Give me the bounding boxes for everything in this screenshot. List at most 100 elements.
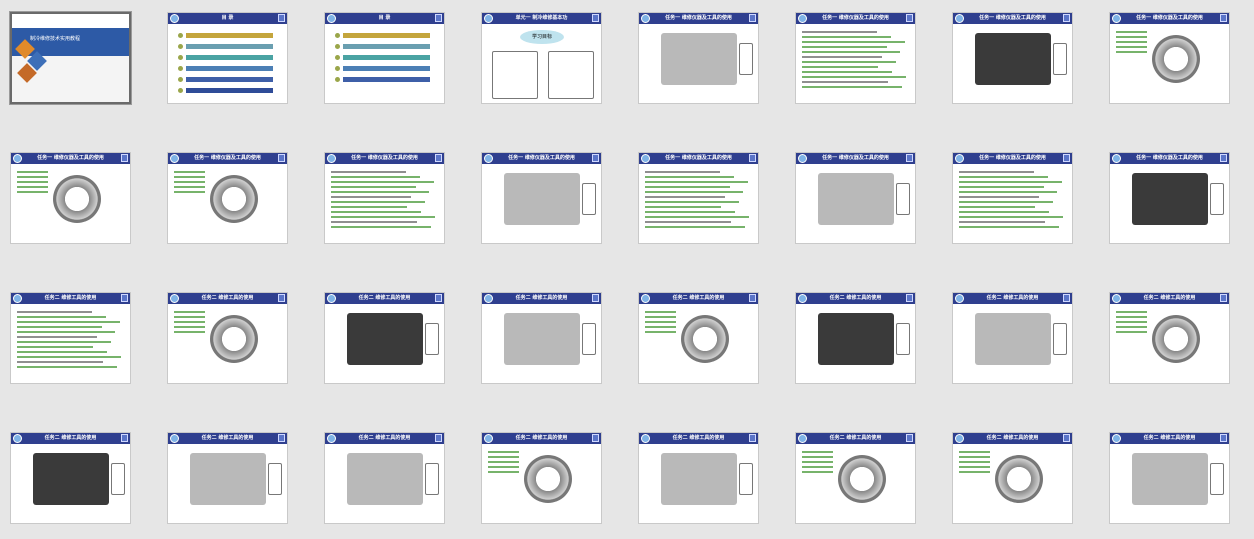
text-line bbox=[1116, 31, 1147, 33]
text-line bbox=[174, 176, 205, 178]
slide-thumbnail[interactable]: 任务一 维修仪器及工具的使用 bbox=[952, 152, 1073, 244]
pressure-gauge-image bbox=[1152, 315, 1200, 363]
slide-thumbnail[interactable]: 任务二 维修工具的使用 bbox=[952, 432, 1073, 524]
slide-thumbnail[interactable]: 任务一 维修仪器及工具的使用 bbox=[10, 152, 131, 244]
slide-thumbnail[interactable]: 任务二 维修工具的使用 bbox=[638, 432, 759, 524]
text-line bbox=[802, 81, 888, 83]
menu-item bbox=[178, 55, 273, 60]
slide-header-title: 任务一 维修仪器及工具的使用 bbox=[37, 155, 104, 161]
slide-thumbnail[interactable]: 任务二 维修工具的使用 bbox=[481, 292, 602, 384]
text-line bbox=[1116, 46, 1147, 48]
slide-thumbnail[interactable]: 目 录 bbox=[167, 12, 288, 104]
slide-header: 任务二 维修工具的使用 bbox=[1110, 433, 1229, 444]
school-logo-icon bbox=[1112, 434, 1121, 443]
text-line bbox=[17, 361, 103, 363]
text-line bbox=[17, 346, 93, 348]
slide-header: 任务二 维修工具的使用 bbox=[168, 433, 287, 444]
photo-label-line bbox=[739, 43, 753, 75]
text-line bbox=[959, 181, 1062, 183]
text-line bbox=[959, 196, 1040, 198]
slide-header: 任务一 维修仪器及工具的使用 bbox=[1110, 13, 1229, 24]
school-logo-icon bbox=[484, 434, 493, 443]
tool-photo-image bbox=[975, 313, 1051, 365]
text-line bbox=[331, 211, 421, 213]
slide-header-title: 任务二 维修工具的使用 bbox=[672, 295, 725, 301]
slide-thumbnail[interactable]: 任务二 维修工具的使用 bbox=[795, 292, 916, 384]
school-logo-icon bbox=[955, 154, 964, 163]
slide-thumbnail[interactable]: 任务二 维修工具的使用 bbox=[952, 292, 1073, 384]
pressure-gauge-image bbox=[524, 455, 572, 503]
slide-thumbnail[interactable]: 任务一 维修仪器及工具的使用 bbox=[795, 152, 916, 244]
photo-label-line bbox=[1210, 463, 1224, 495]
text-line bbox=[331, 226, 431, 228]
text-line bbox=[17, 176, 48, 178]
slide-thumbnail[interactable]: 任务二 维修工具的使用 bbox=[167, 292, 288, 384]
slide-thumbnail[interactable]: 任务二 维修工具的使用 bbox=[10, 292, 131, 384]
slide-thumbnail[interactable]: 任务一 维修仪器及工具的使用 bbox=[324, 152, 445, 244]
slide-header: 任务一 维修仪器及工具的使用 bbox=[953, 153, 1072, 164]
photo-label-line bbox=[582, 183, 596, 215]
slide-header-title: 任务一 维修仪器及工具的使用 bbox=[822, 15, 889, 21]
tool-photo-image bbox=[1132, 453, 1208, 505]
corner-decoration-icon bbox=[906, 154, 913, 162]
text-line bbox=[959, 226, 1059, 228]
slide-header-title: 任务二 维修工具的使用 bbox=[201, 295, 254, 301]
slide-thumbnail[interactable]: 任务一 维修仪器及工具的使用 bbox=[638, 152, 759, 244]
slide-thumbnail[interactable]: 任务二 维修工具的使用 bbox=[1109, 292, 1230, 384]
slide-header: 任务二 维修工具的使用 bbox=[639, 293, 758, 304]
slide-thumbnail[interactable]: 任务一 维修仪器及工具的使用 bbox=[167, 152, 288, 244]
text-line bbox=[488, 451, 519, 453]
slide-thumbnail[interactable]: 任务一 维修仪器及工具的使用 bbox=[1109, 12, 1230, 104]
menu-number-icon bbox=[178, 44, 183, 49]
slide-thumbnail[interactable]: 目 录 bbox=[324, 12, 445, 104]
slide-thumbnail[interactable]: 任务二 维修工具的使用 bbox=[1109, 432, 1230, 524]
text-line bbox=[331, 216, 435, 218]
slide-thumbnail[interactable]: 任务一 维修仪器及工具的使用 bbox=[638, 12, 759, 104]
text-line bbox=[17, 331, 116, 333]
slide-thumbnail[interactable]: 任务二 维修工具的使用 bbox=[638, 292, 759, 384]
text-line bbox=[331, 201, 426, 203]
menu-bar bbox=[343, 33, 430, 38]
slide-header-title: 任务二 维修工具的使用 bbox=[1143, 295, 1196, 301]
slide-thumbnail[interactable]: 任务一 维修仪器及工具的使用 bbox=[952, 12, 1073, 104]
slide-thumbnail[interactable]: 任务二 维修工具的使用 bbox=[324, 432, 445, 524]
menu-bar bbox=[186, 88, 273, 93]
tool-photo-image bbox=[33, 453, 109, 505]
text-line bbox=[959, 191, 1058, 193]
slide-header: 任务二 维修工具的使用 bbox=[11, 293, 130, 304]
school-logo-icon bbox=[641, 434, 650, 443]
slide-thumbnail[interactable]: 任务二 维修工具的使用 bbox=[481, 432, 602, 524]
slide-thumbnail[interactable]: 任务一 维修仪器及工具的使用 bbox=[481, 152, 602, 244]
slide-header: 任务二 维修工具的使用 bbox=[325, 433, 444, 444]
slide-header: 任务一 维修仪器及工具的使用 bbox=[1110, 153, 1229, 164]
slide-header: 任务一 维修仪器及工具的使用 bbox=[639, 13, 758, 24]
text-line bbox=[645, 326, 676, 328]
slide-header: 目 录 bbox=[168, 13, 287, 24]
school-logo-icon bbox=[1112, 294, 1121, 303]
slide-body-text bbox=[645, 168, 752, 231]
tool-photo-image bbox=[190, 453, 266, 505]
slide-thumbnail[interactable]: 任务二 维修工具的使用 bbox=[795, 432, 916, 524]
slide-header: 任务一 维修仪器及工具的使用 bbox=[11, 153, 130, 164]
slide-body-text bbox=[645, 308, 676, 336]
slide-thumbnail[interactable]: 制冷维修技术实用教程 bbox=[9, 11, 132, 105]
text-line bbox=[645, 331, 676, 333]
slide-thumbnail[interactable]: 任务一 维修仪器及工具的使用 bbox=[1109, 152, 1230, 244]
menu-number-icon bbox=[335, 33, 340, 38]
text-line bbox=[645, 226, 745, 228]
text-line bbox=[17, 186, 48, 188]
school-logo-icon bbox=[327, 294, 336, 303]
slide-header-title: 任务一 维修仪器及工具的使用 bbox=[351, 155, 418, 161]
text-line bbox=[17, 326, 102, 328]
slide-thumbnail[interactable]: 任务二 维修工具的使用 bbox=[10, 432, 131, 524]
menu-bar bbox=[343, 77, 430, 82]
text-line bbox=[645, 176, 734, 178]
corner-decoration-icon bbox=[435, 14, 442, 22]
text-line bbox=[802, 36, 891, 38]
slide-thumbnail[interactable]: 任务二 维修工具的使用 bbox=[167, 432, 288, 524]
slide-thumbnail[interactable]: 任务二 维修工具的使用 bbox=[324, 292, 445, 384]
tool-photo-image bbox=[975, 33, 1051, 85]
slide-thumbnail[interactable]: 任务一 维修仪器及工具的使用 bbox=[795, 12, 916, 104]
slide-thumbnail[interactable]: 单元一 制冷维修基本功 学习目标 bbox=[481, 12, 602, 104]
slide-header-title: 任务二 维修工具的使用 bbox=[1143, 435, 1196, 441]
